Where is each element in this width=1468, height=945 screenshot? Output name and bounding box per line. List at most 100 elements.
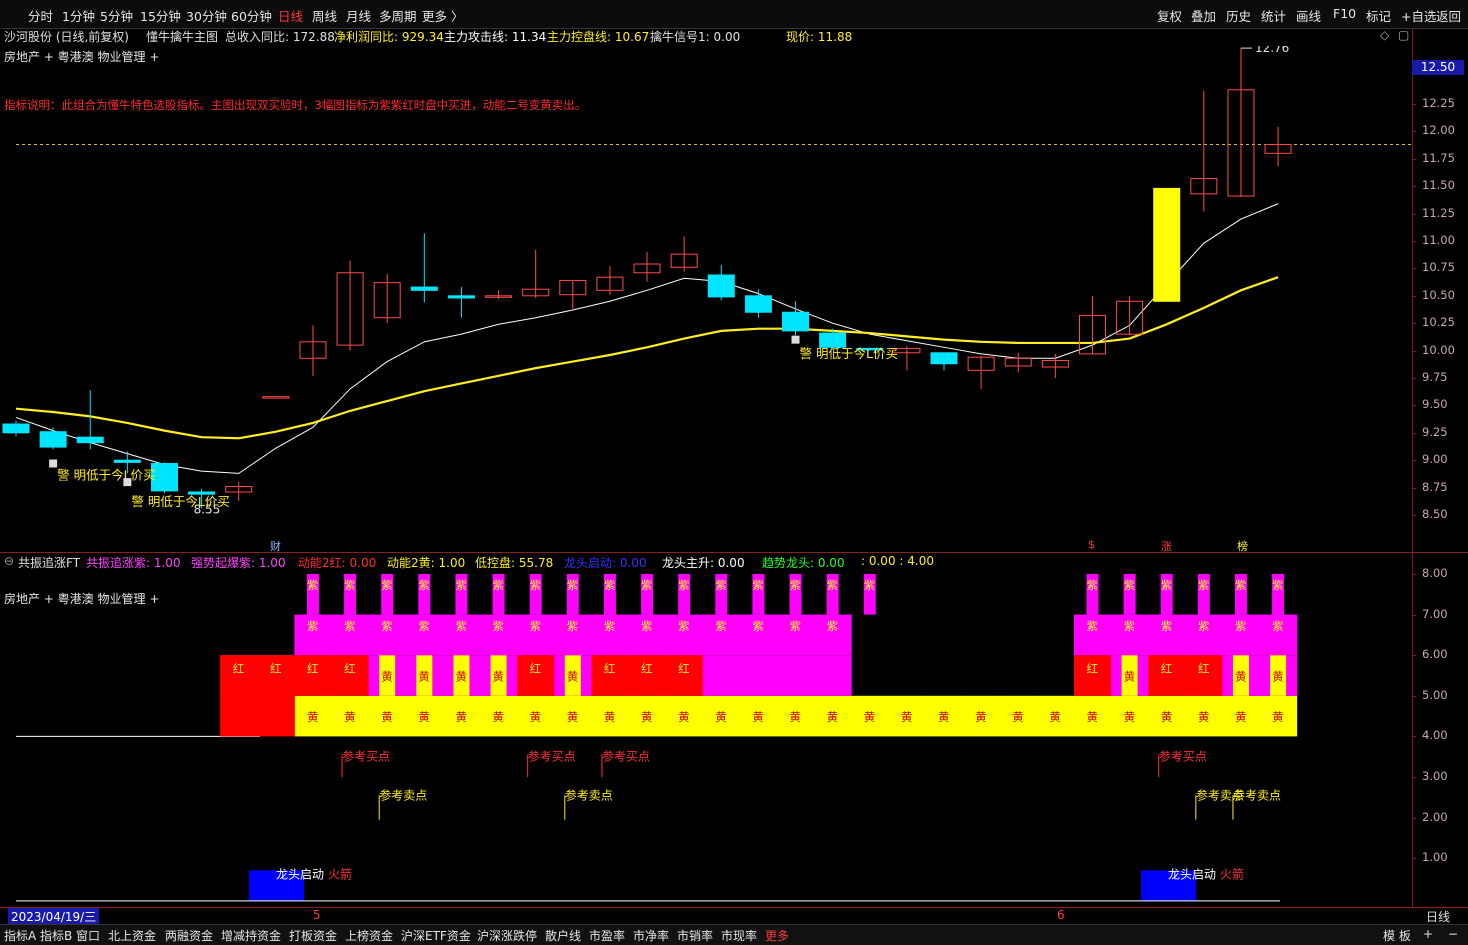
overlay-button[interactable]: 叠加: [1191, 6, 1216, 25]
margin-tab[interactable]: 两融资金: [165, 927, 213, 944]
pcf-tab[interactable]: 市现率: [721, 927, 757, 944]
purple-bar-label: 紫: [307, 619, 319, 633]
attack-line: [15, 203, 1279, 474]
price-tick: [1412, 158, 1416, 160]
sub-tick-label: 2.00: [1422, 809, 1448, 824]
purple-spike-label: 紫: [1086, 578, 1098, 592]
purple-bar-label: 紫: [493, 619, 505, 633]
diamond-icon[interactable]: ◇: [1380, 28, 1389, 42]
draw-button[interactable]: 画线: [1296, 6, 1321, 25]
template-button[interactable]: 模 板: [1383, 927, 1411, 944]
price-tick-label: 12.25: [1422, 96, 1455, 110]
add-watchlist-button[interactable]: +自选: [1401, 6, 1436, 25]
warning-square: [791, 335, 800, 344]
indicator-a-tab[interactable]: 指标A: [4, 927, 36, 944]
zoom-in-button[interactable]: +: [1423, 927, 1433, 941]
yellow-bar-label: 黄: [938, 710, 950, 724]
window-icon[interactable]: ▢: [1398, 28, 1409, 42]
more-tab[interactable]: 更多: [765, 927, 789, 944]
back-button[interactable]: 返回: [1436, 6, 1461, 25]
candle: [76, 390, 104, 450]
etf-fund-tab[interactable]: 沪深ETF资金: [401, 927, 471, 944]
tab-fenshi[interactable]: 分时: [28, 6, 53, 25]
list-fund-tab[interactable]: 上榜资金: [345, 927, 393, 944]
candle: [596, 266, 624, 295]
sub-tick: [1412, 817, 1416, 819]
yellow-bar-label: 黄: [1124, 710, 1136, 724]
purple-spike-label: 紫: [381, 578, 393, 592]
holding-change-tab[interactable]: 增减持资金: [221, 927, 281, 944]
dragon-start-label: 龙头启动: [1168, 867, 1216, 881]
tab-daily[interactable]: 日线: [278, 6, 303, 25]
tab-more[interactable]: 更多 〉: [422, 6, 463, 25]
candle: [336, 260, 364, 351]
indicator-b-tab[interactable]: 指标B: [40, 927, 72, 944]
zoom-out-button[interactable]: −: [1448, 927, 1458, 941]
candle-body: [39, 431, 67, 448]
control-line: [15, 276, 1279, 440]
tab-30min[interactable]: 30分钟: [186, 6, 227, 25]
purple-bar-label: 紫: [604, 619, 616, 633]
price-tick: [1412, 432, 1416, 434]
dollar-marker[interactable]: $: [1088, 538, 1095, 551]
purple-spike-label: 紫: [827, 578, 839, 592]
attack-line-value: 主力攻击线: 11.34: [444, 30, 547, 44]
pe-tab[interactable]: 市盈率: [589, 927, 625, 944]
yellow-bar-label: 黄: [381, 710, 393, 724]
red-bar-label: 红: [604, 661, 616, 675]
pb-tab[interactable]: 市净率: [633, 927, 669, 944]
warning-text: 警 明低于今L价买: [800, 346, 898, 361]
purple-bar-label: 紫: [827, 619, 839, 633]
candlestick-chart[interactable]: 12.768.55警 明低于今L价买警 明低于今L价买警 明低于今L价买: [0, 46, 1412, 552]
indicator-name[interactable]: 懂牛擒牛主图: [146, 28, 218, 45]
purple-bar-label: 紫: [1124, 619, 1136, 633]
purple-bar-label: 紫: [678, 619, 690, 633]
candle-body: [1153, 187, 1181, 302]
purple-spike-label: 紫: [678, 578, 690, 592]
board-fund-tab[interactable]: 打板资金: [289, 927, 337, 944]
yellow-bar-label: 黄: [864, 710, 876, 724]
stock-title[interactable]: 沙河股份 (日线,前复权): [4, 28, 129, 45]
warning-text: 警 明低于今L价买: [131, 494, 229, 509]
mark-button[interactable]: 标记: [1366, 6, 1391, 25]
period-label[interactable]: 日线: [1426, 908, 1450, 925]
tab-weekly[interactable]: 周线: [312, 6, 337, 25]
window-tab[interactable]: 窗口: [76, 927, 100, 944]
candle: [447, 287, 475, 318]
month-5-label: 5: [313, 908, 321, 922]
stats-button[interactable]: 统计: [1261, 6, 1286, 25]
candle-body: [930, 352, 958, 365]
candle-body: [113, 459, 141, 463]
sell-signal-label: 参考卖点: [379, 787, 427, 802]
candle: [373, 273, 401, 324]
purple-spike-label: 紫: [752, 578, 764, 592]
red-bar-label: 红: [530, 661, 542, 675]
yellow-bar-label: 黄: [455, 670, 467, 684]
yellow-bar-label: 黄: [418, 710, 430, 724]
yellow-bar-label: 黄: [1235, 670, 1247, 684]
candle: [485, 290, 513, 300]
price-tick-label: 9.50: [1422, 397, 1448, 412]
price-tick: [1412, 378, 1416, 379]
fuquan-button[interactable]: 复权: [1157, 6, 1182, 25]
tab-15min[interactable]: 15分钟: [140, 6, 181, 25]
yellow-bar-label: 黄: [1198, 710, 1210, 724]
yellow-bar-label: 黄: [1086, 710, 1098, 724]
limit-tab[interactable]: 沪深涨跌停: [477, 927, 537, 944]
tab-multi-period[interactable]: 多周期: [379, 6, 417, 25]
tab-5min[interactable]: 5分钟: [100, 6, 133, 25]
resonance-bar-chart[interactable]: 黄黄黄黄黄黄黄黄黄黄黄黄黄黄黄黄黄黄黄黄黄黄黄黄黄黄黄红红红紫紫红紫紫黄紫紫黄紫…: [0, 553, 1412, 908]
tab-1min[interactable]: 1分钟: [62, 6, 95, 25]
candle: [707, 265, 735, 301]
candle: [670, 236, 698, 272]
f10-button[interactable]: F10: [1333, 6, 1356, 21]
purple-bar-label: 紫: [418, 619, 430, 633]
ps-tab[interactable]: 市销率: [677, 927, 713, 944]
retail-line-tab[interactable]: 散户线: [545, 927, 581, 944]
tab-60min[interactable]: 60分钟: [231, 6, 272, 25]
history-button[interactable]: 历史: [1226, 6, 1251, 25]
northbound-tab[interactable]: 北上资金: [108, 927, 156, 944]
cursor-date: 2023/04/19/三: [8, 908, 100, 925]
candle: [782, 301, 810, 336]
tab-monthly[interactable]: 月线: [346, 6, 371, 25]
